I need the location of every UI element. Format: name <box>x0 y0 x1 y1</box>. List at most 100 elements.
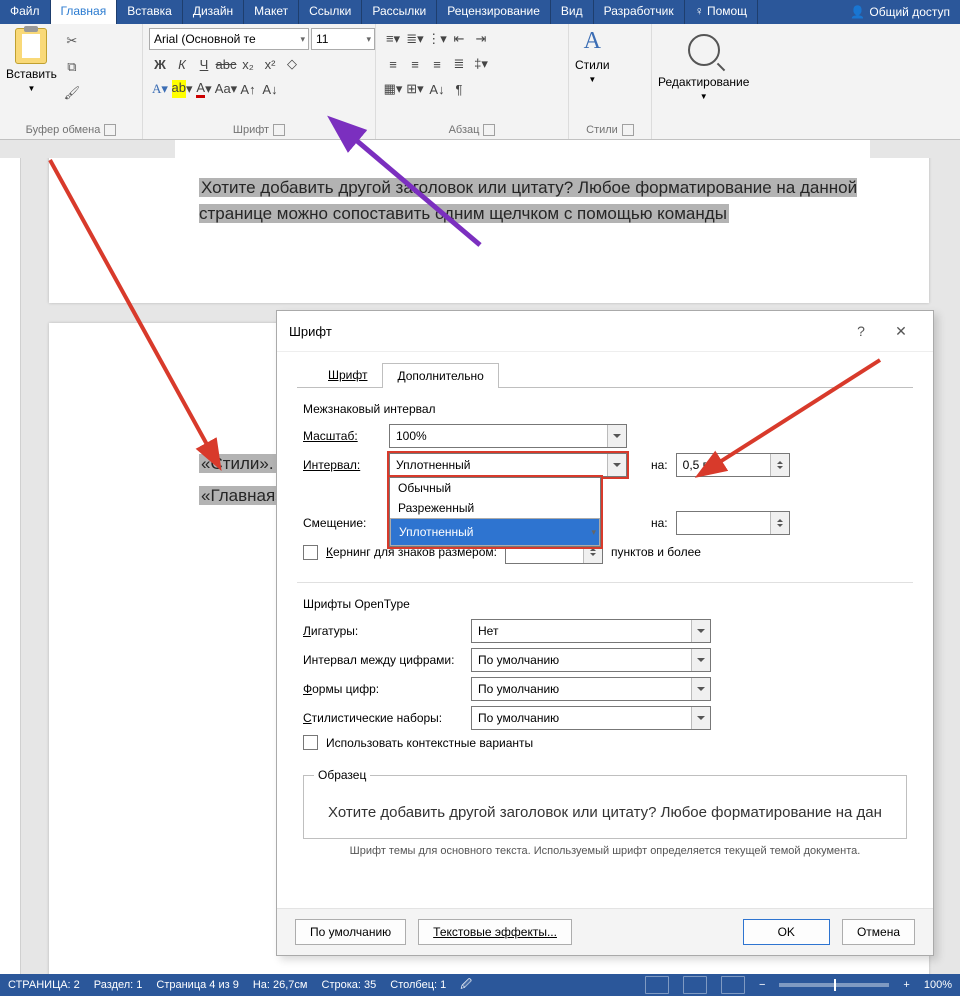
kerning-label: Кернинг для знаков размером: <box>326 545 497 559</box>
font-launcher-icon[interactable] <box>273 124 285 136</box>
grow-font-button[interactable]: A↑ <box>237 78 259 100</box>
status-column[interactable]: Столбец: 1 <box>390 979 446 991</box>
paragraph-launcher-icon[interactable] <box>483 124 495 136</box>
zoom-in-button[interactable]: + <box>903 979 909 991</box>
interval-select[interactable]: Уплотненный <box>389 453 627 477</box>
font-color-button[interactable]: A▾ <box>193 78 215 100</box>
borders-button[interactable]: ⊞▾ <box>404 78 426 100</box>
status-line[interactable]: Строка: 35 <box>322 979 377 991</box>
help-button[interactable]: ? <box>841 323 881 339</box>
tab-references[interactable]: Ссылки <box>299 0 362 24</box>
underline-button[interactable]: Ч <box>193 53 215 75</box>
interval-dropdown: Обычный Разреженный Уплотненный <box>389 477 601 547</box>
tab-insert[interactable]: Вставка <box>117 0 183 24</box>
multilevel-button[interactable]: ⋮▾ <box>426 28 448 50</box>
shrink-font-button[interactable]: A↓ <box>259 78 281 100</box>
digit-interval-select[interactable]: По умолчанию <box>471 648 711 672</box>
scale-select[interactable]: 100% <box>389 424 627 448</box>
inc-indent-button[interactable]: ⇥ <box>470 28 492 50</box>
ligatures-select[interactable]: Нет <box>471 619 711 643</box>
superscript-button[interactable]: x² <box>259 53 281 75</box>
subscript-button[interactable]: x₂ <box>237 53 259 75</box>
vertical-ruler[interactable] <box>0 158 21 974</box>
shading-button[interactable]: ▦▾ <box>382 78 404 100</box>
highlight-button[interactable]: ab▾ <box>171 78 193 100</box>
styles-button[interactable]: AСтили▼ <box>575 28 610 84</box>
tab-mailings[interactable]: Рассылки <box>362 0 437 24</box>
tab-design[interactable]: Дизайн <box>183 0 244 24</box>
status-section[interactable]: Раздел: 1 <box>94 979 143 991</box>
align-center-button[interactable]: ≡ <box>404 53 426 75</box>
styles-icon: A <box>578 28 607 55</box>
ok-button[interactable]: OK <box>743 919 830 945</box>
font-dialog: Шрифт ? ✕ Шрифт Дополнительно Межзнаковы… <box>276 310 934 956</box>
clipboard-launcher-icon[interactable] <box>104 124 116 136</box>
dialog-tab-advanced[interactable]: Дополнительно <box>382 363 498 388</box>
show-marks-button[interactable]: ¶ <box>448 78 470 100</box>
align-right-button[interactable]: ≡ <box>426 53 448 75</box>
set-default-button[interactable]: По умолчанию <box>295 919 406 945</box>
line-spacing-button[interactable]: ‡▾ <box>470 53 492 75</box>
digit-form-select[interactable]: По умолчанию <box>471 677 711 701</box>
stylistic-select[interactable]: По умолчанию <box>471 706 711 730</box>
status-at[interactable]: На: 26,7см <box>253 979 308 991</box>
cut-button[interactable]: ✂ <box>61 30 83 52</box>
font-group-label: Шрифт <box>233 124 269 136</box>
view-read-button[interactable] <box>645 976 669 994</box>
tab-help[interactable]: ♀ Помощ <box>685 0 758 24</box>
styles-launcher-icon[interactable] <box>622 124 634 136</box>
dec-indent-button[interactable]: ⇤ <box>448 28 470 50</box>
close-button[interactable]: ✕ <box>881 323 921 340</box>
person-icon: 👤 <box>850 5 865 19</box>
stylistic-label: Стилистические наборы: <box>303 711 463 725</box>
view-web-button[interactable] <box>721 976 745 994</box>
bold-button[interactable]: Ж <box>149 53 171 75</box>
offset-value-spin[interactable] <box>676 511 790 535</box>
selected-text-1[interactable]: Хотите добавить другой заголовок или цит… <box>199 178 857 223</box>
interval-option-normal[interactable]: Обычный <box>390 478 600 498</box>
text-effects-button[interactable]: Текстовые эффекты... <box>418 919 572 945</box>
editing-button[interactable]: Редактирование▼ <box>658 28 749 101</box>
zoom-value[interactable]: 100% <box>924 979 952 991</box>
italic-button[interactable]: К <box>171 53 193 75</box>
contextual-checkbox[interactable] <box>303 735 318 750</box>
status-lang-icon[interactable]: 🖉 <box>460 976 472 995</box>
tab-review[interactable]: Рецензирование <box>437 0 551 24</box>
tab-file[interactable]: Файл <box>0 0 51 24</box>
share-button[interactable]: 👤Общий доступ <box>840 0 960 24</box>
interval-option-condensed[interactable]: Уплотненный <box>390 518 600 546</box>
status-page[interactable]: СТРАНИЦА: 2 <box>8 979 80 991</box>
numbering-button[interactable]: ≣▾ <box>404 28 426 50</box>
tab-home[interactable]: Главная <box>51 0 118 24</box>
font-size-select[interactable]: 11 <box>311 28 375 50</box>
zoom-out-button[interactable]: − <box>759 979 765 991</box>
dialog-titlebar[interactable]: Шрифт ? ✕ <box>277 311 933 352</box>
lightbulb-icon: ♀ <box>695 4 704 18</box>
zoom-slider[interactable] <box>779 983 889 987</box>
text-effects-button[interactable]: A▾ <box>149 78 171 100</box>
align-left-button[interactable]: ≡ <box>382 53 404 75</box>
clear-format-button[interactable]: ◇ <box>281 53 303 75</box>
view-print-button[interactable] <box>683 976 707 994</box>
tab-developer[interactable]: Разработчик <box>594 0 685 24</box>
copy-button[interactable]: ⧉ <box>61 56 83 78</box>
kerning-checkbox[interactable] <box>303 545 318 560</box>
strike-button[interactable]: abc <box>215 53 237 75</box>
paste-button[interactable]: Вставить ▼ <box>6 28 57 93</box>
cancel-button[interactable]: Отмена <box>842 919 915 945</box>
dialog-tab-font[interactable]: Шрифт <box>313 362 382 387</box>
horizontal-ruler[interactable] <box>0 140 960 159</box>
tab-view[interactable]: Вид <box>551 0 594 24</box>
opentype-section: Шрифты OpenType Лигатуры:Нет Интервал ме… <box>303 597 907 750</box>
format-painter-button[interactable]: 🖌 <box>61 82 83 104</box>
font-name-select[interactable]: Arial (Основной те <box>149 28 309 50</box>
tab-layout[interactable]: Макет <box>244 0 299 24</box>
scale-label: Масштаб: <box>303 429 381 443</box>
status-page-of[interactable]: Страница 4 из 9 <box>156 979 238 991</box>
justify-button[interactable]: ≣ <box>448 53 470 75</box>
bullets-button[interactable]: ≡▾ <box>382 28 404 50</box>
change-case-button[interactable]: Aa▾ <box>215 78 237 100</box>
sort-button[interactable]: A↓ <box>426 78 448 100</box>
interval-value-spin[interactable]: 0,5 пт <box>676 453 790 477</box>
interval-option-expanded[interactable]: Разреженный <box>390 498 600 518</box>
